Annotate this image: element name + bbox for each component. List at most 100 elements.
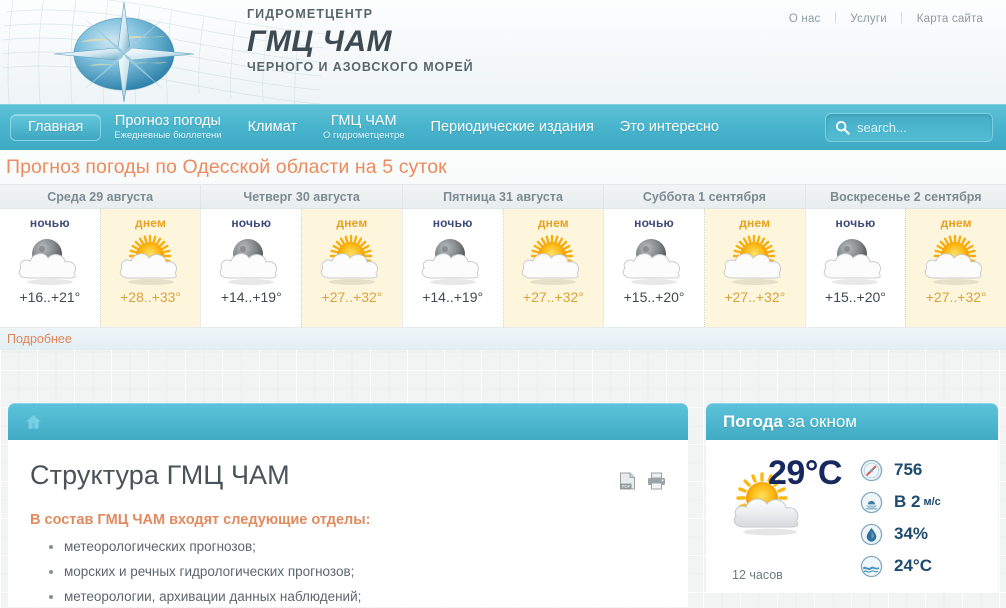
widget-title-bold: Погода — [723, 411, 783, 431]
list-item: морских и речных гидрологических прогноз… — [64, 563, 666, 581]
pressure-value: 756 — [894, 460, 923, 479]
content-bullet-list: метеорологических прогнозов; морских и ре… — [64, 538, 666, 607]
forecast-day-column: ночью +15..+20° днем +27..+32° — [805, 209, 1006, 327]
forecast-day-header: Среда 29 августа — [0, 185, 202, 208]
widget-body: 29°C 12 часов 756 В 2 м/с 34% 24°C — [706, 440, 998, 592]
forecast-period-label: днем — [940, 216, 972, 230]
wind-value: В 2 — [894, 492, 921, 511]
widget-current: 29°C 12 часов — [720, 452, 860, 592]
sun-cloud-icon — [115, 230, 187, 288]
forecast-temp-night: +15..+20° — [825, 289, 886, 305]
forecast-temp-day: +28..+33° — [120, 289, 181, 305]
widget-title-rest: за окном — [782, 411, 857, 431]
forecast-period-label: днем — [336, 216, 368, 230]
forecast-temp-night: +14..+19° — [422, 289, 484, 305]
brand-block: ГИДРОМЕТЦЕНТР ГМЦ ЧАМ ЧЕРНОГО И АЗОВСКОГ… — [247, 7, 474, 74]
sun-cloud-icon — [719, 230, 791, 288]
forecast-cells: ночью +16..+21° днем +28..+33° ночью +14..+19… — [0, 209, 1006, 327]
top-link-services[interactable]: Услуги — [839, 13, 898, 25]
top-link-sitemap[interactable]: Карта сайта — [906, 13, 994, 25]
forecast-cell-day: днем +27..+32° — [302, 209, 402, 327]
search-box[interactable] — [825, 113, 993, 142]
sun-cloud-icon — [316, 230, 388, 288]
widget-panel-bar: Погода за окном — [706, 403, 998, 440]
forecast-temp-night: +14..+19° — [220, 289, 282, 305]
forecast-period-label: ночью — [835, 216, 876, 230]
page-title: Структура ГМЦ ЧАМ — [30, 460, 290, 490]
pdf-icon[interactable]: PDF — [619, 472, 636, 490]
forecast-day-headers: Среда 29 августа Четверг 30 августа Пятн… — [0, 184, 1006, 209]
nav-label: Главная — [28, 118, 84, 135]
nav-item-home[interactable]: Главная — [10, 113, 102, 142]
forecast-cell-day: днем +27..+32° — [704, 209, 805, 327]
wind-icon — [860, 491, 883, 513]
moon-cloud-icon — [417, 230, 489, 288]
site-logo[interactable] — [46, 1, 206, 103]
nav-separator — [834, 12, 836, 23]
nav-item-interesting[interactable]: Это интересно — [607, 117, 732, 139]
brand-top-line: ГИДРОМЕТЦЕНТР — [247, 7, 374, 21]
forecast-cell-night: ночью +16..+21° — [0, 209, 101, 327]
forecast-temp-day: +27..+32° — [321, 289, 383, 305]
forecast-temp-night: +15..+20° — [623, 289, 685, 305]
forecast-more-row: Подробнее — [0, 327, 1006, 350]
sun-cloud-icon — [517, 230, 589, 288]
nav-item-forecast[interactable]: Прогноз погоды Ежедневные бюллетени — [101, 111, 234, 144]
page-panels: Структура ГМЦ ЧАМ PDF В состав ГМЦ ЧАМ в… — [0, 403, 1006, 608]
weather-widget-panel: Погода за окном 29°C 12 часов 756 В 2 м/… — [706, 403, 998, 608]
nav-label: ГМЦ ЧАМ — [330, 113, 397, 130]
nav-sublabel: Ежедневные бюллетени — [114, 129, 222, 141]
top-link-about[interactable]: О нас — [778, 13, 832, 25]
search-input[interactable] — [857, 120, 982, 135]
widget-temperature: 29°C — [768, 454, 842, 492]
main-content-panel: Структура ГМЦ ЧАМ PDF В состав ГМЦ ЧАМ в… — [8, 403, 688, 608]
document-actions: PDF — [619, 472, 666, 490]
main-panel-body: Структура ГМЦ ЧАМ PDF В состав ГМЦ ЧАМ в… — [8, 440, 688, 607]
forecast-period-label: ночью — [231, 216, 272, 230]
forecast-day-column: ночью +16..+21° днем +28..+33° — [0, 209, 202, 327]
sun-cloud-icon — [920, 230, 992, 288]
forecast-day-column: ночью +15..+20° днем +27..+32° — [604, 209, 806, 327]
barometer-icon — [860, 459, 883, 481]
nav-item-periodicals[interactable]: Периодические издания — [418, 117, 607, 139]
forecast-period-label: днем — [135, 216, 167, 230]
forecast-cell-night: ночью +15..+20° — [604, 209, 705, 327]
moon-cloud-icon — [215, 230, 287, 288]
forecast-day-header: Четверг 30 августа — [201, 185, 403, 208]
forecast-widget: Прогноз погоды по Одесской области на 5 … — [0, 150, 1006, 350]
brand-subtitle: ЧЕРНОГО И АЗОВСКОГО МОРЕЙ — [247, 59, 474, 74]
forecast-title: Прогноз погоды по Одесской области на 5 … — [6, 156, 447, 178]
nav-label: Климат — [247, 118, 297, 135]
forecast-temp-day: +27..+32° — [925, 289, 987, 305]
main-panel-bar — [8, 403, 688, 440]
nav-label: Прогноз погоды — [114, 113, 221, 130]
content-intro: В состав ГМЦ ЧАМ входят следующие отделы… — [30, 512, 371, 528]
widget-row-humidity: 34% — [860, 518, 984, 550]
widget-hours: 12 часов — [732, 568, 783, 582]
moon-cloud-icon — [618, 230, 690, 288]
forecast-period-label: ночью — [634, 216, 674, 230]
nav-label: Периодические издания — [430, 118, 594, 135]
forecast-day-header: Суббота 1 сентября — [604, 185, 806, 208]
water-temp-icon — [860, 555, 883, 577]
forecast-more-link[interactable]: Подробнее — [7, 332, 72, 346]
moon-cloud-icon — [14, 230, 86, 288]
svg-text:PDF: PDF — [622, 484, 631, 489]
brand-name: ГМЦ ЧАМ — [247, 25, 393, 58]
moon-cloud-icon — [819, 230, 891, 288]
search-icon — [835, 120, 850, 135]
nav-separator — [901, 12, 903, 23]
nav-item-climate[interactable]: Климат — [235, 117, 310, 139]
forecast-cell-night: ночью +15..+20° — [805, 209, 907, 327]
forecast-period-label: ночью — [29, 216, 70, 230]
widget-row-wind: В 2 м/с — [860, 486, 984, 518]
forecast-cell-night: ночью +14..+19° — [201, 209, 303, 327]
forecast-cell-day: днем +28..+33° — [100, 209, 201, 327]
home-icon[interactable] — [25, 414, 42, 430]
nav-item-gmc[interactable]: ГМЦ ЧАМ О гидрометцентре — [310, 111, 418, 144]
list-item: метеорологии, архивации данных наблюдени… — [64, 588, 666, 606]
print-icon[interactable] — [647, 472, 666, 490]
forecast-day-column: ночью +14..+19° днем +27..+32° — [402, 209, 605, 327]
forecast-day-header: Пятница 31 августа — [403, 185, 605, 208]
forecast-cell-day: днем +27..+32° — [503, 209, 604, 327]
